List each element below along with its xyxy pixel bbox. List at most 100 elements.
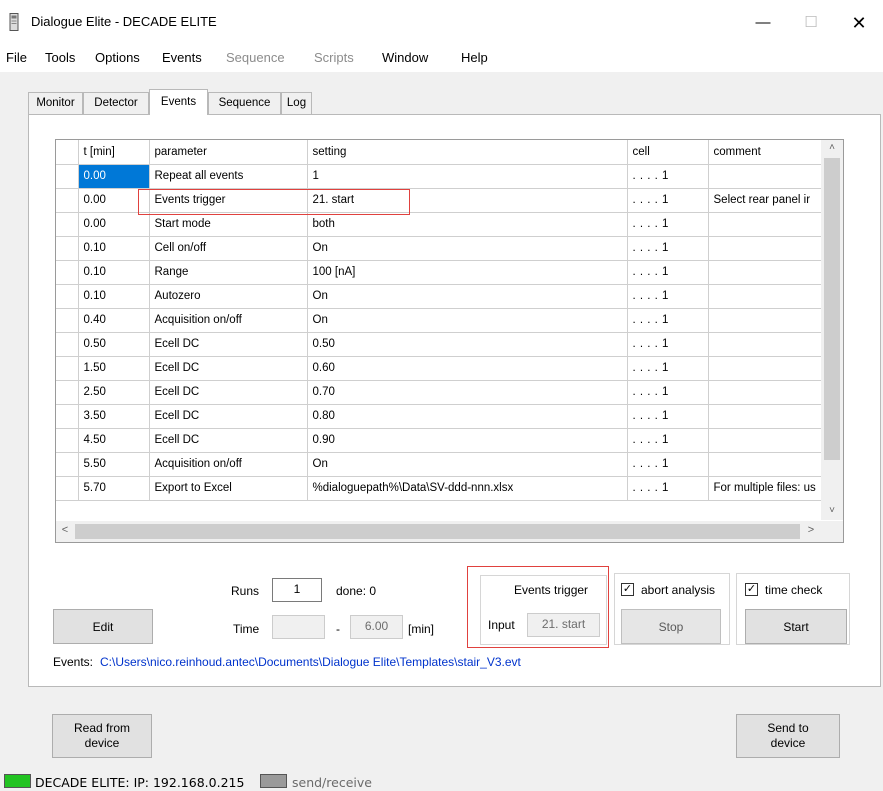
comment-cell[interactable] bbox=[708, 356, 829, 381]
setting-cell[interactable]: 100 [nA] bbox=[307, 260, 628, 285]
parameter-cell[interactable]: Ecell DC bbox=[149, 332, 308, 357]
cell-cell[interactable]: . . . . 1 bbox=[627, 476, 709, 501]
column-header-setting[interactable]: setting bbox=[307, 140, 628, 165]
tab-monitor[interactable]: Monitor bbox=[28, 92, 83, 114]
table-row[interactable]: 2.50 Ecell DC 0.70. . . . 1 bbox=[56, 380, 829, 405]
table-row[interactable]: 0.00 Start mode both. . . . 1 bbox=[56, 212, 829, 237]
menu-events[interactable]: Events bbox=[162, 50, 202, 65]
comment-cell[interactable] bbox=[708, 284, 829, 309]
parameter-cell[interactable]: Export to Excel bbox=[149, 476, 308, 501]
row-header[interactable] bbox=[56, 452, 79, 477]
row-header[interactable] bbox=[56, 332, 79, 357]
scroll-right-arrow-icon[interactable]: > bbox=[804, 524, 818, 539]
parameter-cell[interactable]: Acquisition on/off bbox=[149, 308, 308, 333]
close-button[interactable]: ✕ bbox=[836, 8, 882, 38]
row-header[interactable] bbox=[56, 284, 79, 309]
row-header[interactable] bbox=[56, 428, 79, 453]
time-start-input[interactable] bbox=[272, 615, 325, 639]
row-header[interactable] bbox=[56, 308, 79, 333]
column-header-comment[interactable]: comment bbox=[708, 140, 829, 165]
parameter-cell[interactable]: Autozero bbox=[149, 284, 308, 309]
comment-cell[interactable]: Select rear panel ir bbox=[708, 188, 829, 213]
table-row[interactable]: 0.10 Range 100 [nA]. . . . 1 bbox=[56, 260, 829, 285]
comment-cell[interactable] bbox=[708, 260, 829, 285]
table-row[interactable]: 0.50 Ecell DC 0.50. . . . 1 bbox=[56, 332, 829, 357]
parameter-cell[interactable]: Ecell DC bbox=[149, 380, 308, 405]
parameter-cell[interactable]: Acquisition on/off bbox=[149, 452, 308, 477]
parameter-cell[interactable]: Events trigger bbox=[149, 188, 308, 213]
vertical-scroll-thumb[interactable] bbox=[824, 158, 840, 460]
setting-cell[interactable]: On bbox=[307, 452, 628, 477]
comment-cell[interactable] bbox=[708, 212, 829, 237]
menu-options[interactable]: Options bbox=[95, 50, 140, 65]
cell-cell[interactable]: . . . . 1 bbox=[627, 260, 709, 285]
cell-cell[interactable]: . . . . 1 bbox=[627, 188, 709, 213]
read-from-device-button[interactable]: Read from device bbox=[52, 714, 152, 758]
t-cell[interactable]: 0.10 bbox=[78, 284, 150, 309]
setting-cell[interactable]: %dialoguepath%\Data\SV-ddd-nnn.xlsx bbox=[307, 476, 628, 501]
comment-cell[interactable] bbox=[708, 380, 829, 405]
time-check-checkbox[interactable]: ✓ bbox=[745, 583, 758, 596]
comment-cell[interactable]: For multiple files: us bbox=[708, 476, 829, 501]
menu-tools[interactable]: Tools bbox=[45, 50, 75, 65]
scroll-down-arrow-icon[interactable]: ˅ bbox=[821, 505, 843, 519]
parameter-cell[interactable]: Cell on/off bbox=[149, 236, 308, 261]
t-cell[interactable]: 0.10 bbox=[78, 236, 150, 261]
comment-cell[interactable] bbox=[708, 164, 829, 189]
cell-cell[interactable]: . . . . 1 bbox=[627, 428, 709, 453]
t-cell[interactable]: 0.00 bbox=[78, 212, 150, 237]
setting-cell[interactable]: 0.70 bbox=[307, 380, 628, 405]
table-row[interactable]: 0.40 Acquisition on/off On. . . . 1 bbox=[56, 308, 829, 333]
cell-cell[interactable]: . . . . 1 bbox=[627, 452, 709, 477]
tab-detector[interactable]: Detector bbox=[83, 92, 149, 114]
edit-button[interactable]: Edit bbox=[53, 609, 153, 644]
t-cell[interactable]: 0.40 bbox=[78, 308, 150, 333]
scroll-left-arrow-icon[interactable]: < bbox=[58, 524, 72, 539]
cell-cell[interactable]: . . . . 1 bbox=[627, 164, 709, 189]
setting-cell[interactable]: 21. start bbox=[307, 188, 628, 213]
cell-cell[interactable]: . . . . 1 bbox=[627, 404, 709, 429]
parameter-cell[interactable]: Range bbox=[149, 260, 308, 285]
table-row[interactable]: 4.50 Ecell DC 0.90. . . . 1 bbox=[56, 428, 829, 453]
menu-file[interactable]: File bbox=[6, 50, 27, 65]
t-cell[interactable]: 3.50 bbox=[78, 404, 150, 429]
runs-input[interactable]: 1 bbox=[272, 578, 322, 602]
scroll-up-arrow-icon[interactable]: ˄ bbox=[821, 142, 843, 156]
maximize-button[interactable]: ☐ bbox=[788, 8, 834, 38]
row-header[interactable] bbox=[56, 260, 79, 285]
setting-cell[interactable]: 0.80 bbox=[307, 404, 628, 429]
setting-cell[interactable]: 0.60 bbox=[307, 356, 628, 381]
table-row[interactable]: 0.10 Cell on/off On. . . . 1 bbox=[56, 236, 829, 261]
row-header[interactable] bbox=[56, 356, 79, 381]
table-row[interactable]: 5.50 Acquisition on/off On. . . . 1 bbox=[56, 452, 829, 477]
horizontal-scroll-thumb[interactable] bbox=[75, 524, 800, 539]
column-header-parameter[interactable]: parameter bbox=[149, 140, 308, 165]
t-cell[interactable]: 5.70 bbox=[78, 476, 150, 501]
t-cell[interactable]: 2.50 bbox=[78, 380, 150, 405]
column-header-t[interactable]: t [min] bbox=[78, 140, 150, 165]
table-row[interactable]: 0.00 Events trigger 21. start. . . . 1 Sele… bbox=[56, 188, 829, 213]
cell-cell[interactable]: . . . . 1 bbox=[627, 236, 709, 261]
column-header-cell[interactable]: cell bbox=[627, 140, 709, 165]
cell-cell[interactable]: . . . . 1 bbox=[627, 332, 709, 357]
cell-cell[interactable]: . . . . 1 bbox=[627, 284, 709, 309]
cell-cell[interactable]: . . . . 1 bbox=[627, 380, 709, 405]
menu-help[interactable]: Help bbox=[461, 50, 488, 65]
t-cell[interactable]: 0.10 bbox=[78, 260, 150, 285]
comment-cell[interactable] bbox=[708, 308, 829, 333]
tab-events[interactable]: Events bbox=[149, 89, 208, 115]
row-header[interactable] bbox=[56, 236, 79, 261]
tab-sequence[interactable]: Sequence bbox=[208, 92, 281, 114]
minimize-button[interactable]: — bbox=[740, 8, 786, 38]
time-end-input[interactable]: 6.00 bbox=[350, 615, 403, 639]
cell-cell[interactable]: . . . . 1 bbox=[627, 212, 709, 237]
t-cell[interactable]: 0.50 bbox=[78, 332, 150, 357]
setting-cell[interactable]: 1 bbox=[307, 164, 628, 189]
comment-cell[interactable] bbox=[708, 404, 829, 429]
table-row[interactable]: 1.50 Ecell DC 0.60. . . . 1 bbox=[56, 356, 829, 381]
row-header[interactable] bbox=[56, 188, 79, 213]
t-cell[interactable]: 0.00 bbox=[78, 188, 150, 213]
setting-cell[interactable]: On bbox=[307, 308, 628, 333]
row-header[interactable] bbox=[56, 212, 79, 237]
send-to-device-button[interactable]: Send to device bbox=[736, 714, 840, 758]
